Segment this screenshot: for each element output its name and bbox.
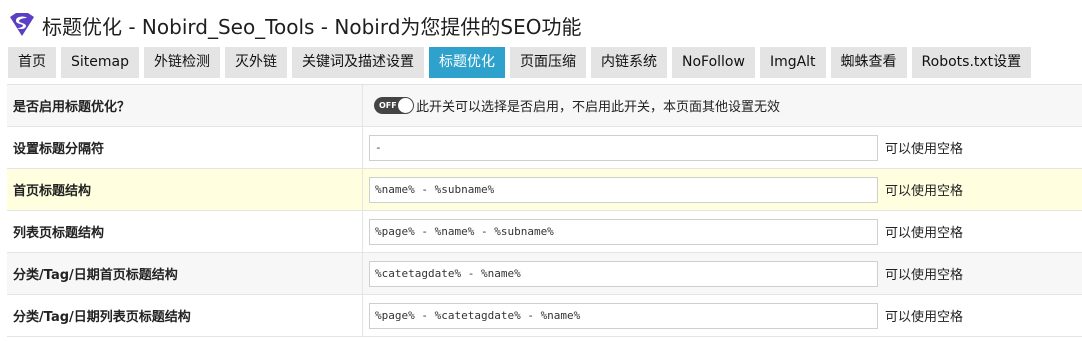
list-title-input[interactable] xyxy=(369,218,878,245)
setting-note: 可以使用空格 xyxy=(885,226,964,241)
home-title-input[interactable] xyxy=(369,176,878,203)
tab-external-link-check[interactable]: 外链检测 xyxy=(143,47,220,78)
tab-robots-txt[interactable]: Robots.txt设置 xyxy=(911,47,1032,78)
page-title: 标题优化 - Nobird_Seo_Tools - Nobird为您提供的SEO… xyxy=(42,14,582,39)
tab-keywords-description[interactable]: 关键词及描述设置 xyxy=(291,47,424,78)
setting-row-enable: 是否启用标题优化？ OFF 此开关可以选择是否启用，不启用此开关，本页面其他设置… xyxy=(7,85,1082,127)
tab-sitemap[interactable]: Sitemap xyxy=(61,47,139,78)
tab-bar: 首页 Sitemap 外链检测 灭外链 关键词及描述设置 标题优化 页面压缩 内… xyxy=(8,47,1036,78)
toggle-description: 此开关可以选择是否启用，不启用此开关，本页面其他设置无效 xyxy=(416,100,781,115)
setting-value: 可以使用空格 xyxy=(363,127,1082,168)
setting-row-separator: 设置标题分隔符 可以使用空格 xyxy=(7,127,1082,169)
settings-table: 是否启用标题优化？ OFF 此开关可以选择是否启用，不启用此开关，本页面其他设置… xyxy=(7,84,1082,337)
setting-row-category-home-title: 分类/Tag/日期首页标题结构 可以使用空格 xyxy=(7,253,1082,295)
setting-value: 可以使用空格 xyxy=(363,211,1082,252)
tab-nofollow[interactable]: NoFollow xyxy=(671,47,755,78)
toggle-state-label: OFF xyxy=(379,101,397,110)
tab-title-optimization[interactable]: 标题优化 xyxy=(428,47,505,78)
tab-internal-links[interactable]: 内链系统 xyxy=(590,47,667,78)
separator-input[interactable] xyxy=(369,134,878,161)
category-list-title-input[interactable] xyxy=(369,302,878,329)
tab-kill-external-links[interactable]: 灭外链 xyxy=(224,47,287,78)
setting-value: 可以使用空格 xyxy=(363,169,1082,210)
setting-row-category-list-title: 分类/Tag/日期列表页标题结构 可以使用空格 xyxy=(7,295,1082,337)
tab-home[interactable]: 首页 xyxy=(8,47,56,78)
setting-value: OFF 此开关可以选择是否启用，不启用此开关，本页面其他设置无效 xyxy=(363,85,1082,126)
setting-note: 可以使用空格 xyxy=(885,142,964,157)
category-home-title-input[interactable] xyxy=(369,260,878,287)
enable-toggle[interactable]: OFF xyxy=(374,97,414,114)
setting-note: 可以使用空格 xyxy=(885,310,964,325)
setting-label: 首页标题结构 xyxy=(7,169,363,210)
setting-label: 分类/Tag/日期首页标题结构 xyxy=(7,253,363,294)
setting-label: 列表页标题结构 xyxy=(7,211,363,252)
setting-value: 可以使用空格 xyxy=(363,295,1082,336)
setting-row-list-title: 列表页标题结构 可以使用空格 xyxy=(7,211,1082,253)
setting-label: 设置标题分隔符 xyxy=(7,127,363,168)
setting-label: 是否启用标题优化？ xyxy=(7,85,363,126)
tab-spider-view[interactable]: 蜘蛛查看 xyxy=(830,47,907,78)
superman-shield-icon xyxy=(10,13,34,36)
tab-imgalt[interactable]: ImgAlt xyxy=(759,47,826,78)
page-header: 标题优化 - Nobird_Seo_Tools - Nobird为您提供的SEO… xyxy=(8,10,581,40)
toggle-knob xyxy=(398,98,413,113)
setting-value: 可以使用空格 xyxy=(363,253,1082,294)
setting-note: 可以使用空格 xyxy=(885,268,964,283)
setting-note: 可以使用空格 xyxy=(885,184,964,199)
setting-label: 分类/Tag/日期列表页标题结构 xyxy=(7,295,363,336)
setting-row-home-title: 首页标题结构 可以使用空格 xyxy=(7,169,1082,211)
tab-page-compression[interactable]: 页面压缩 xyxy=(509,47,586,78)
